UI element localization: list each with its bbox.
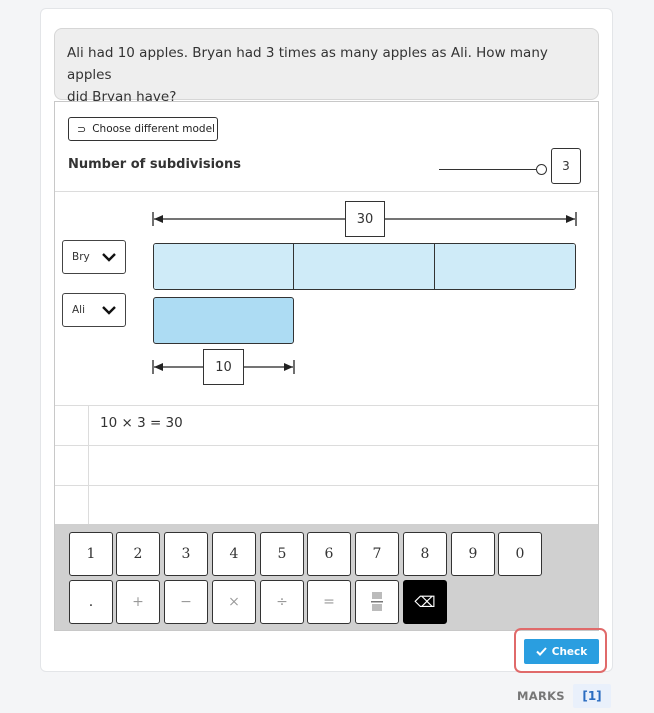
key-decimal[interactable]: . <box>69 580 113 624</box>
key-5[interactable]: 5 <box>260 532 304 576</box>
key-4[interactable]: 4 <box>212 532 256 576</box>
key-equals[interactable]: = <box>307 580 351 624</box>
checkmark-icon <box>536 647 547 656</box>
key-2[interactable]: 2 <box>116 532 160 576</box>
key-0[interactable]: 0 <box>498 532 542 576</box>
working-equation[interactable]: 10 × 3 = 30 <box>100 415 183 431</box>
unit-value-label[interactable]: 10 <box>203 349 244 385</box>
key-3[interactable]: 3 <box>164 532 208 576</box>
line-gutter <box>55 405 89 445</box>
marks-value: [1] <box>573 684 611 708</box>
key-7[interactable]: 7 <box>355 532 399 576</box>
backspace-icon: ⌫ <box>414 593 436 611</box>
key-6[interactable]: 6 <box>307 532 351 576</box>
key-divide[interactable]: ÷ <box>260 580 304 624</box>
key-1[interactable]: 1 <box>69 532 113 576</box>
check-button-label: Check <box>551 645 588 658</box>
total-value-label[interactable]: 30 <box>345 201 385 237</box>
line-gutter <box>55 485 89 524</box>
fraction-icon <box>371 592 383 611</box>
key-fraction[interactable] <box>355 580 399 624</box>
marks-label: MARKS <box>517 689 565 703</box>
working-line[interactable] <box>55 485 598 524</box>
key-multiply[interactable]: × <box>212 580 256 624</box>
key-minus[interactable]: − <box>164 580 208 624</box>
math-keypad: 1 2 3 4 5 6 7 8 9 0 . + − × ÷ = ⌫ <box>55 524 598 630</box>
line-gutter <box>55 445 89 485</box>
check-button[interactable]: Check <box>524 639 599 664</box>
key-8[interactable]: 8 <box>403 532 447 576</box>
key-backspace[interactable]: ⌫ <box>403 580 447 624</box>
working-line[interactable] <box>55 445 598 485</box>
key-plus[interactable]: + <box>116 580 160 624</box>
key-9[interactable]: 9 <box>451 532 495 576</box>
